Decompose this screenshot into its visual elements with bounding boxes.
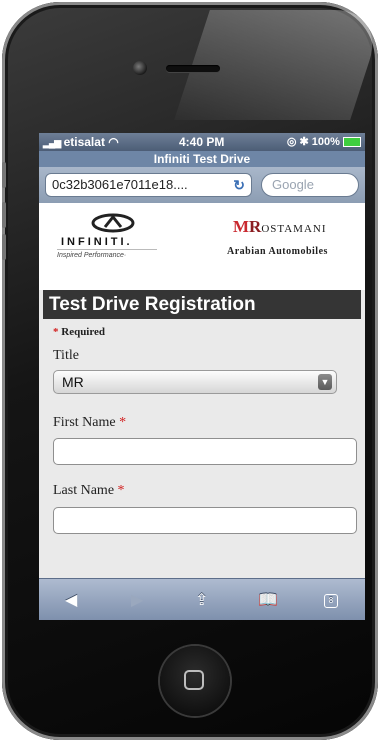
required-star: * [53,326,59,338]
url-field[interactable]: 0c32b3061e7011e18.... ↻ [45,173,252,197]
carrier-name: etisalat [63,135,105,149]
mr-subtitle: Arabian Automobiles [227,246,328,257]
home-square-icon [184,670,204,690]
required-star: * [117,483,125,498]
phone-screen: ▂▄▆ etisalat ◠ 4:40 PM ◎ ✱ 100% Infiniti… [39,133,365,620]
home-button[interactable] [160,646,230,716]
required-note: * Required [53,326,105,338]
back-icon[interactable]: ◀ [65,590,77,610]
url-text: 0c32b3061e7011e18.... [52,177,188,192]
mute-switch [2,162,6,188]
mr-m-mark: M [233,217,250,236]
signal-icon: ▂▄▆ [43,138,61,148]
mr-r-initial: R [249,217,262,236]
volume-up-button [2,202,6,228]
forward-icon[interactable]: ▶ [131,590,143,610]
bookmarks-icon[interactable]: 📖 [258,590,278,610]
phone-frame: ▂▄▆ etisalat ◠ 4:40 PM ◎ ✱ 100% Infiniti… [2,2,382,740]
clock: 4:40 PM [179,135,225,149]
chevron-down-icon: ▼ [318,374,332,390]
share-icon[interactable]: ⇪ [195,590,208,610]
bluetooth-icon: ✱ [299,136,309,148]
battery-percent: 100% [311,136,340,148]
title-select-value: MR [62,374,84,390]
form-heading: Test Drive Registration [43,290,361,319]
volume-down-button [2,234,6,260]
pages-count: 8 [324,594,338,608]
pages-icon[interactable]: 8 [324,590,338,608]
required-note-text: Required [61,326,106,338]
first-name-field[interactable] [53,438,357,465]
last-name-field[interactable] [53,507,357,534]
status-bar: ▂▄▆ etisalat ◠ 4:40 PM ◎ ✱ 100% [39,133,365,151]
infiniti-emblem-icon [91,213,135,233]
search-field[interactable]: Google [261,173,359,197]
mr-brand-rest: OSTAMANI [261,223,327,235]
wifi-icon: ◠ [108,135,119,149]
mr-logo: MROSTAMANI [233,217,327,237]
lock-rotation-icon: ◎ [286,136,297,148]
last-name-label: Last Name * [53,483,125,499]
required-star: * [119,415,127,430]
carrier-indicator: ▂▄▆ etisalat ◠ [43,135,119,149]
browser-page-title: Infiniti Test Drive [39,151,365,167]
first-name-label-text: First Name [53,415,116,430]
browser-address-bar: 0c32b3061e7011e18.... ↻ Google [39,167,365,203]
divider [57,249,157,250]
last-name-label-text: Last Name [53,483,115,498]
battery-indicator: ◎ ✱ 100% [287,135,361,148]
infiniti-tagline: Inspired Performance· [57,252,127,259]
reload-icon[interactable]: ↻ [233,174,245,196]
infiniti-wordmark: INFINITI. [61,236,133,248]
title-select[interactable]: MR ▼ [53,370,337,394]
title-label: Title [53,348,79,363]
logo-banner: INFINITI. Inspired Performance· MROSTAMA… [39,203,365,272]
first-name-label: First Name * [53,415,126,431]
battery-icon [343,137,361,148]
earpiece-speaker [166,65,220,72]
registration-form: Test Drive Registration * Required Title… [39,290,365,578]
browser-toolbar: ◀ ▶ ⇪ 📖 8 [39,578,365,620]
front-camera [133,61,147,75]
